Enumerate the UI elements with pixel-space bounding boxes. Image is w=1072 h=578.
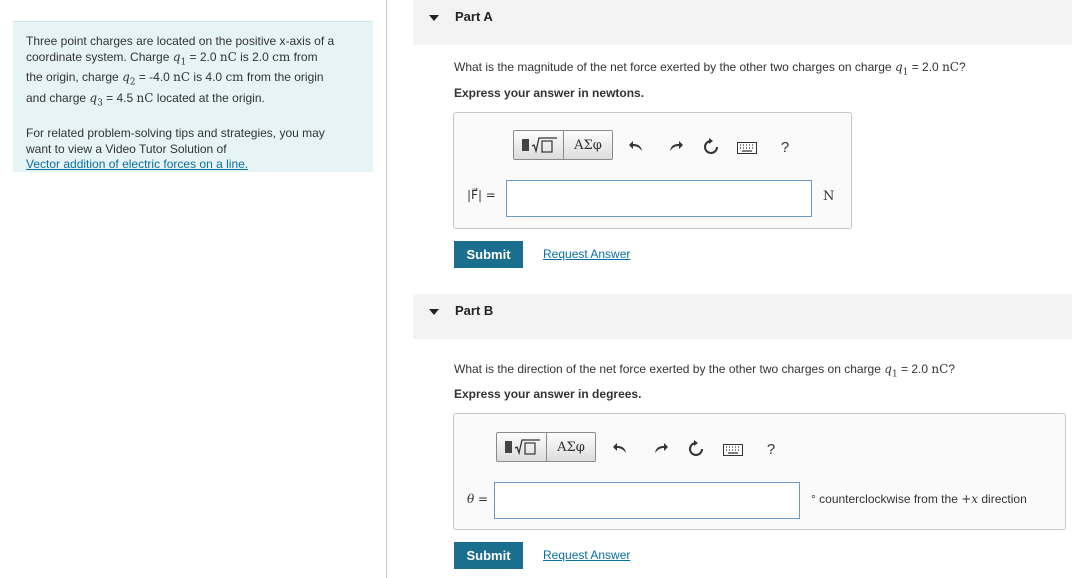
newton-unit-label: N <box>823 189 835 204</box>
part-b-header[interactable]: Part B <box>413 294 1072 339</box>
template-icon <box>504 439 540 456</box>
keyboard-icon[interactable] <box>736 137 758 159</box>
part-a-toolbar: ΑΣφ <box>513 130 613 160</box>
force-magnitude-label: |F⃗| = <box>467 188 496 202</box>
part-a-answer-box: ΑΣφ ? |F⃗| = N <box>453 112 852 229</box>
problem-statement-panel: Three point charges are located on the p… <box>13 21 373 172</box>
undo-icon[interactable] <box>609 437 631 459</box>
part-a-instruction: Express your answer in newtons. <box>454 86 645 100</box>
video-tutor-link[interactable]: Vector addition of electric forces on a … <box>26 157 248 173</box>
tips-text: For related problem-solving tips and str… <box>26 126 325 173</box>
part-a-question: What is the magnitude of the net force e… <box>454 60 966 78</box>
panel-divider <box>386 0 387 578</box>
part-b-toolbar: ΑΣφ <box>496 432 596 462</box>
collapse-triangle-icon[interactable] <box>429 309 439 315</box>
keyboard-icon[interactable] <box>722 439 744 461</box>
part-b-answer-input[interactable] <box>494 482 800 519</box>
part-b-instruction: Express your answer in degrees. <box>454 387 642 401</box>
collapse-triangle-icon[interactable] <box>429 15 439 21</box>
part-a-submit-button[interactable]: Submit <box>454 241 523 268</box>
problem-intro: Three point charges are located on the p… <box>26 34 335 109</box>
redo-icon[interactable] <box>650 437 672 459</box>
part-b-submit-button[interactable]: Submit <box>454 542 523 569</box>
part-a-title: Part A <box>455 9 493 24</box>
theta-label: θ = <box>467 492 489 506</box>
help-button[interactable]: ? <box>760 438 782 460</box>
part-a-answer-input[interactable] <box>506 180 812 217</box>
part-b-request-answer-link[interactable]: Request Answer <box>543 548 630 562</box>
redo-icon[interactable] <box>665 135 687 157</box>
part-a-header[interactable]: Part A <box>413 0 1072 45</box>
template-button[interactable] <box>497 433 547 461</box>
greek-symbols-button[interactable]: ΑΣφ <box>564 131 612 159</box>
part-b-answer-box: ΑΣφ ? θ = ° counterclockwise from the +x… <box>453 413 1066 530</box>
part-a-request-answer-link[interactable]: Request Answer <box>543 247 630 261</box>
template-button[interactable] <box>514 131 564 159</box>
undo-icon[interactable] <box>625 135 647 157</box>
part-b-question: What is the direction of the net force e… <box>454 362 955 380</box>
greek-symbols-button[interactable]: ΑΣφ <box>547 433 595 461</box>
help-button[interactable]: ? <box>774 136 796 158</box>
template-icon <box>521 137 557 154</box>
part-b-title: Part B <box>455 303 494 318</box>
reset-icon[interactable] <box>685 438 707 460</box>
reset-icon[interactable] <box>700 136 722 158</box>
direction-unit-label: ° counterclockwise from the +x direction <box>811 492 1027 506</box>
